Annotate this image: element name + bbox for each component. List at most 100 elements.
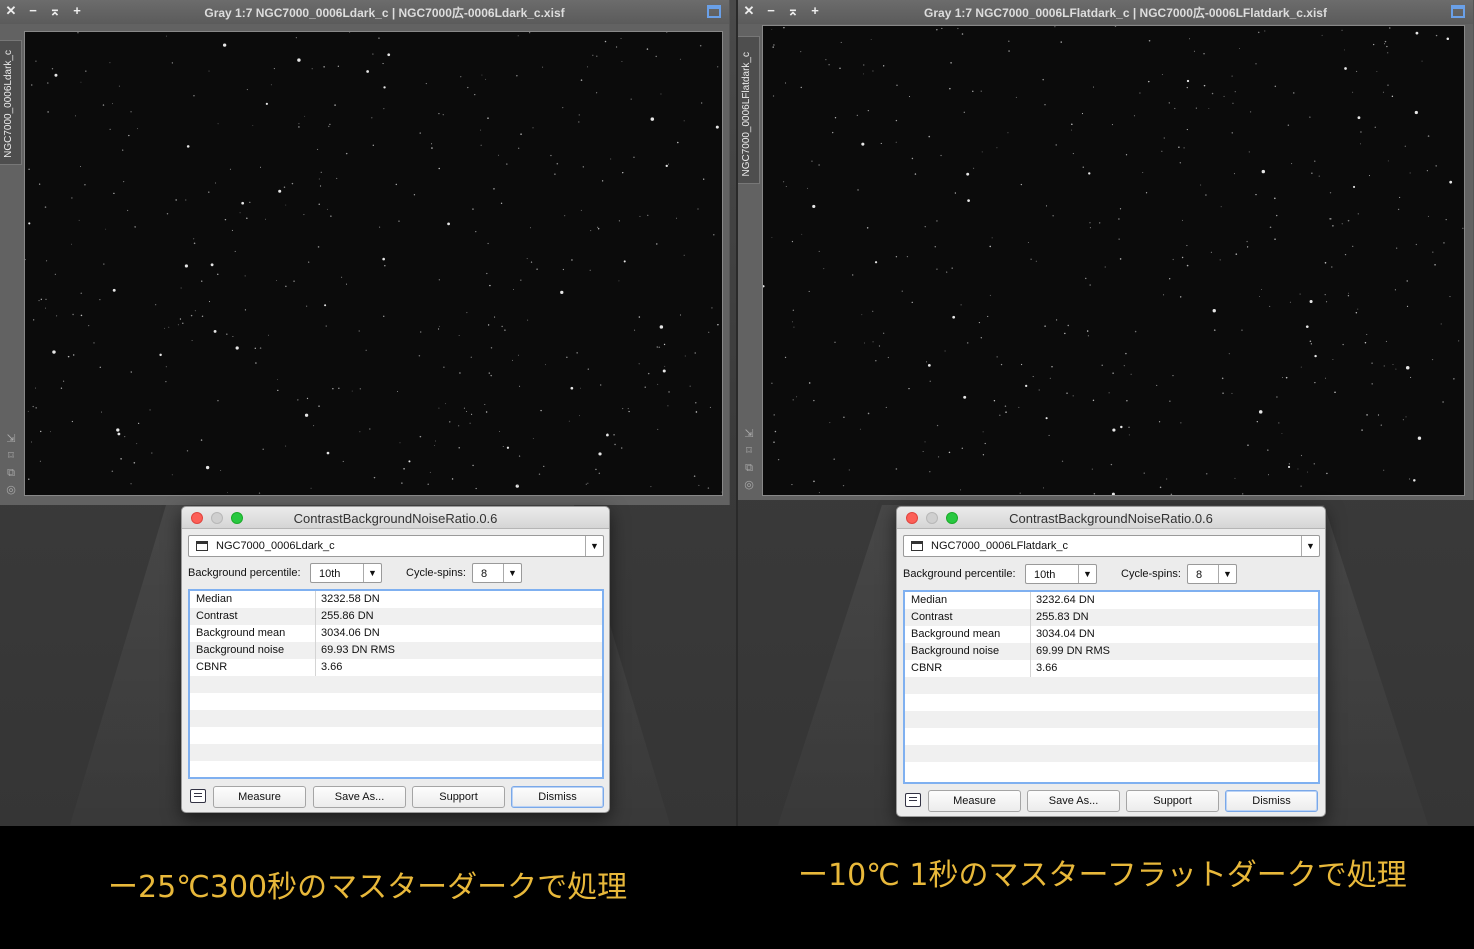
minimize-icon[interactable]: − [764, 3, 778, 19]
dialog-titlebar[interactable]: ContrastBackgroundNoiseRatio.0.6 [897, 507, 1325, 529]
table-row[interactable]: Contrast 255.86 DN [190, 608, 602, 625]
star [1395, 368, 1397, 370]
star [1203, 84, 1206, 87]
dropdown-arrow-icon[interactable]: ▼ [1078, 565, 1096, 583]
measure-button[interactable]: Measure [928, 790, 1021, 812]
table-row[interactable]: Background noise 69.99 DN RMS [905, 643, 1318, 660]
dropdown-arrow-icon[interactable]: ▼ [1218, 565, 1236, 583]
star [954, 192, 957, 194]
support-button[interactable]: Support [1126, 790, 1219, 812]
star [224, 218, 227, 221]
star [1329, 192, 1332, 194]
fit-icon[interactable]: ⌑ [4, 449, 18, 463]
star [852, 274, 854, 276]
dropdown-arrow-icon[interactable]: ▼ [363, 564, 381, 582]
image-view[interactable] [762, 25, 1465, 496]
view-id-tab[interactable]: NGC7000_0006Ldark_c [0, 40, 22, 165]
measure-button[interactable]: Measure [213, 786, 306, 808]
zoom-icon[interactable]: ⇲ [4, 432, 18, 446]
shade-icon[interactable]: ⌅ [786, 3, 800, 19]
star [818, 492, 820, 494]
cycle-spins-select[interactable]: 8 ▼ [472, 563, 522, 583]
result-key: Background mean [911, 628, 1001, 640]
results-table[interactable]: Median 3232.58 DN Contrast 255.86 DN Backg… [188, 589, 604, 779]
close-icon[interactable]: ✕ [4, 3, 18, 19]
dropdown-arrow-icon[interactable]: ▼ [503, 564, 521, 582]
star [807, 187, 808, 189]
view-selector[interactable]: NGC7000_0006Ldark_c ▼ [188, 535, 604, 557]
star [72, 354, 75, 356]
target-icon[interactable]: ◎ [742, 478, 756, 492]
image-window-titlebar[interactable]: ✕ − ⌅ + Gray 1:7 NGC7000_0006LFlatdark_c… [738, 0, 1473, 24]
close-icon[interactable]: ✕ [742, 3, 756, 19]
maximize-icon[interactable] [707, 5, 721, 18]
star [566, 356, 568, 358]
dismiss-button[interactable]: Dismiss [1225, 790, 1318, 812]
notes-icon[interactable] [190, 789, 206, 803]
view-id-tab[interactable]: NGC7000_0006LFlatdark_c [738, 36, 760, 184]
star [1042, 78, 1044, 81]
cycle-spins-select[interactable]: 8 ▼ [1187, 564, 1237, 584]
star [596, 92, 598, 94]
table-row[interactable]: Median 3232.64 DN [905, 592, 1318, 609]
table-row[interactable]: Median 3232.58 DN [190, 591, 602, 608]
table-row[interactable]: CBNR 3.66 [905, 660, 1318, 677]
support-button[interactable]: Support [412, 786, 505, 808]
cbnr-dialog-right[interactable]: ContrastBackgroundNoiseRatio.0.6 NGC7000… [896, 506, 1326, 817]
star [513, 289, 515, 290]
table-row[interactable]: Contrast 255.83 DN [905, 609, 1318, 626]
background-percentile-value: 10th [319, 568, 341, 580]
star [502, 445, 504, 447]
star [587, 368, 589, 370]
star [960, 489, 962, 491]
star [1330, 218, 1332, 220]
table-row[interactable]: Background noise 69.93 DN RMS [190, 642, 602, 659]
star [383, 108, 385, 110]
table-row[interactable]: Background mean 3034.04 DN [905, 626, 1318, 643]
star [472, 464, 474, 467]
image-view[interactable] [24, 31, 723, 496]
notes-icon[interactable] [905, 793, 921, 807]
star [449, 421, 451, 423]
clone-icon[interactable]: ⧉ [4, 466, 18, 480]
star [963, 395, 967, 399]
table-row[interactable]: Background mean 3034.06 DN [190, 625, 602, 642]
results-table[interactable]: Median 3232.64 DN Contrast 255.83 DN Backg… [903, 590, 1320, 784]
image-window-titlebar[interactable]: ✕ − ⌅ + Gray 1:7 NGC7000_0006Ldark_c | N… [0, 0, 729, 24]
dropdown-arrow-icon[interactable]: ▼ [1301, 536, 1319, 556]
star [382, 62, 384, 65]
star [54, 73, 58, 77]
star [1256, 420, 1258, 423]
star [120, 458, 122, 460]
star [622, 171, 624, 174]
save-as-button[interactable]: Save As... [313, 786, 406, 808]
star [560, 290, 564, 294]
fit-icon[interactable]: ⌑ [742, 444, 756, 458]
star [470, 413, 473, 415]
background-percentile-select[interactable]: 10th ▼ [310, 563, 382, 583]
target-icon[interactable]: ◎ [4, 483, 18, 497]
table-row[interactable]: CBNR 3.66 [190, 659, 602, 676]
clone-icon[interactable]: ⧉ [742, 461, 756, 475]
save-as-button[interactable]: Save As... [1027, 790, 1120, 812]
dismiss-button[interactable]: Dismiss [511, 786, 604, 808]
minimize-icon[interactable]: − [26, 3, 40, 19]
view-selector[interactable]: NGC7000_0006LFlatdark_c ▼ [903, 535, 1320, 557]
shade-icon[interactable]: ⌅ [48, 3, 62, 19]
star [922, 450, 924, 453]
dialog-titlebar[interactable]: ContrastBackgroundNoiseRatio.0.6 [182, 507, 609, 529]
star [774, 430, 777, 433]
image-window-right[interactable]: ✕ − ⌅ + Gray 1:7 NGC7000_0006LFlatdark_c… [738, 0, 1474, 500]
dropdown-arrow-icon[interactable]: ▼ [585, 536, 603, 556]
star [951, 267, 953, 269]
star [1166, 478, 1168, 480]
star [694, 352, 696, 354]
star [1158, 421, 1161, 423]
image-window-left[interactable]: ✕ − ⌅ + Gray 1:7 NGC7000_0006Ldark_c | N… [0, 0, 730, 505]
background-percentile-select[interactable]: 10th ▼ [1025, 564, 1097, 584]
cbnr-dialog-left[interactable]: ContrastBackgroundNoiseRatio.0.6 NGC7000… [181, 506, 610, 813]
maximize-icon[interactable] [1451, 5, 1465, 18]
zoom-icon[interactable]: ⇲ [742, 427, 756, 441]
star [1032, 375, 1034, 378]
star [200, 439, 203, 441]
